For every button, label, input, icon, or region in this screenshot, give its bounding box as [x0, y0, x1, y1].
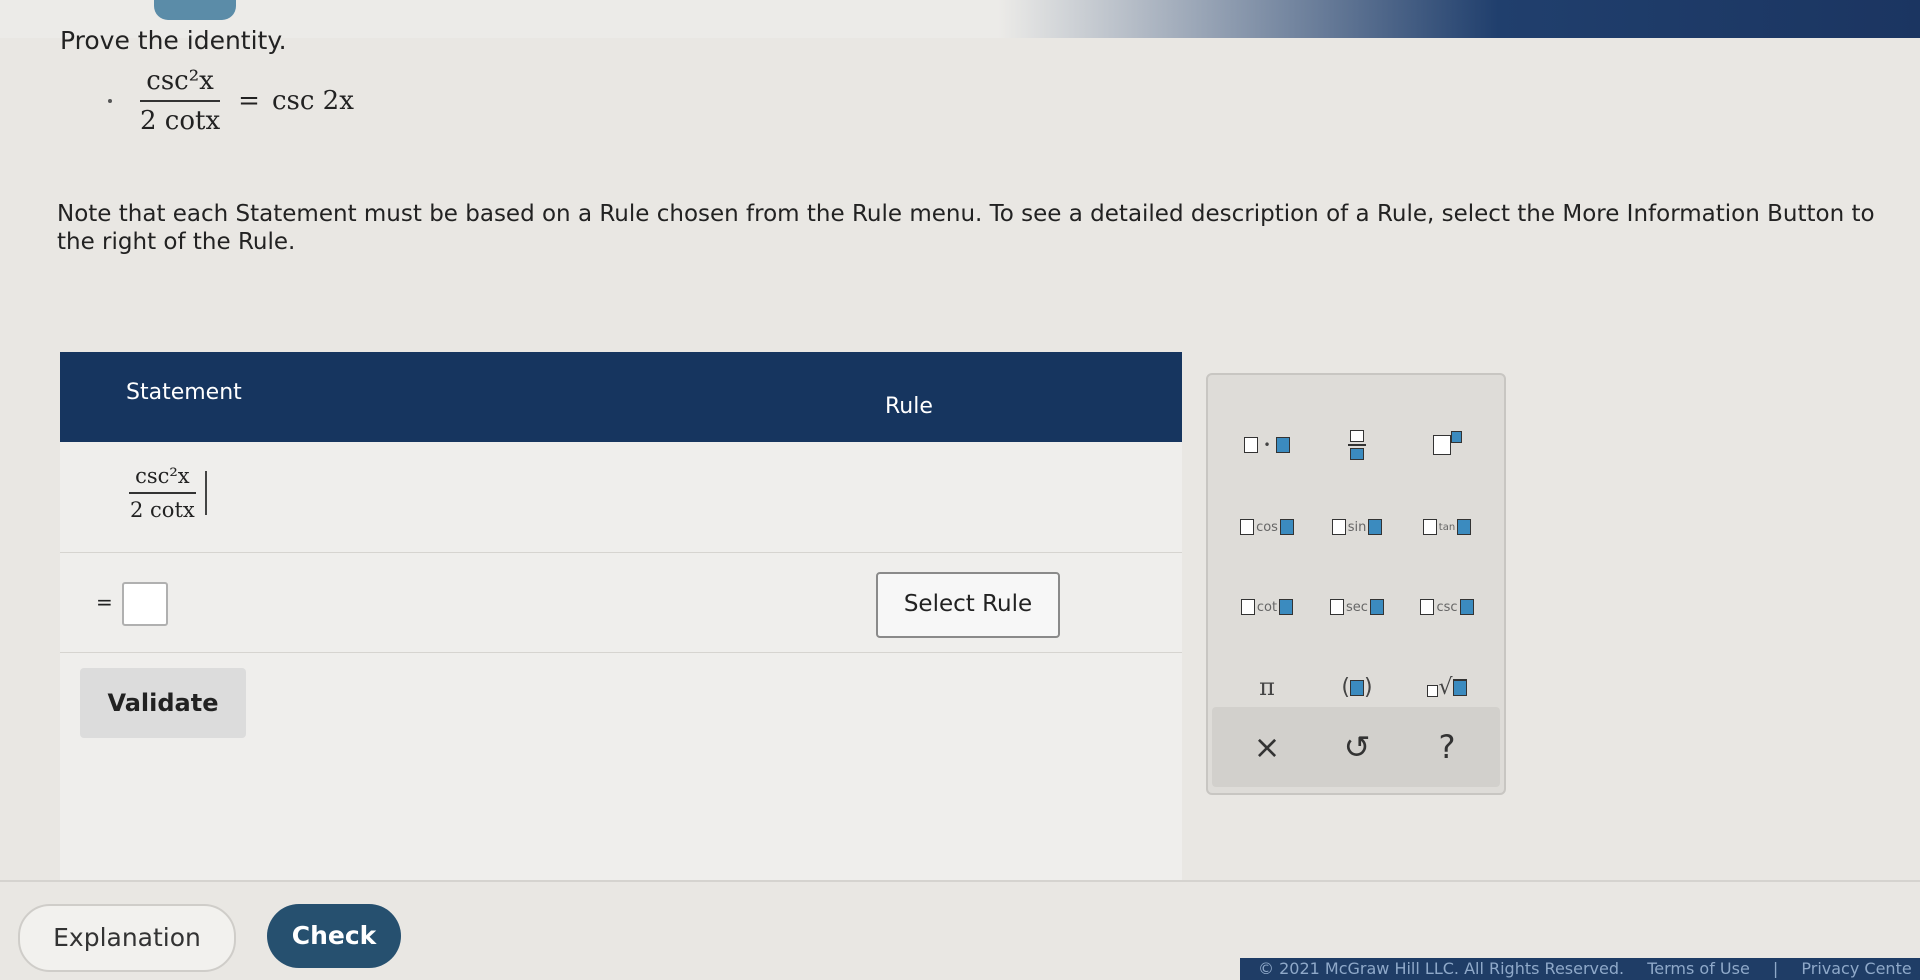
text-cursor: [204, 471, 207, 515]
statement-denominator: 2 cotx: [130, 498, 195, 522]
select-rule-button[interactable]: Select Rule: [876, 572, 1060, 638]
multiply-template-button[interactable]: •: [1222, 417, 1312, 473]
placeholder-box-icon: [1457, 519, 1472, 535]
placeholder-box-icon: [1422, 519, 1437, 535]
placeholder-box-icon: [1279, 599, 1294, 615]
statement-fraction: csc²x 2 cotx: [124, 464, 201, 522]
placeholder-box-icon: [1279, 519, 1294, 535]
table-row: csc²x 2 cotx: [60, 442, 1182, 553]
clear-button[interactable]: ×: [1222, 719, 1312, 775]
fraction-icon: [1348, 430, 1366, 460]
help-button[interactable]: ?: [1402, 719, 1492, 775]
cos-label: cos: [1256, 519, 1278, 535]
statement-answer-box[interactable]: [122, 582, 168, 626]
equals-sign: =: [96, 590, 113, 614]
legal-bar: © 2021 McGraw Hill LLC. All Rights Reser…: [1240, 958, 1920, 980]
undo-icon: ↺: [1343, 728, 1371, 766]
legal-separator: |: [1772, 959, 1779, 978]
check-button[interactable]: Check: [267, 904, 401, 968]
sec-label: sec: [1346, 599, 1368, 615]
placeholder-box-icon: [1275, 437, 1290, 453]
fraction-template-button[interactable]: [1312, 417, 1402, 473]
placeholder-box-icon: [1420, 599, 1435, 615]
undo-button[interactable]: ↺: [1312, 719, 1402, 775]
exponent-template-button[interactable]: [1402, 417, 1492, 473]
identity-fraction: csc²x 2 cotx: [134, 66, 226, 136]
placeholder-box-icon: [1432, 435, 1451, 455]
radical-icon: √: [1438, 674, 1453, 700]
root-index-box-icon: [1427, 685, 1439, 697]
close-icon: ×: [1253, 728, 1281, 766]
sin-template-button[interactable]: sin: [1312, 499, 1402, 555]
problem-prompt: Prove the identity.: [60, 26, 287, 55]
csc-label: csc: [1436, 599, 1458, 615]
placeholder-box-icon: [1369, 599, 1384, 615]
placeholder-box-icon: [1368, 519, 1383, 535]
pi-icon: π: [1259, 673, 1275, 701]
instruction-note: Note that each Statement must be based o…: [57, 201, 1875, 255]
radicand-box-icon: [1452, 678, 1467, 696]
cot-label: cot: [1256, 599, 1278, 615]
statement-numerator: csc²x: [129, 464, 196, 494]
cot-template-button[interactable]: cot: [1222, 579, 1312, 635]
footer-divider: [0, 880, 1920, 882]
identity-rhs: csc 2x: [271, 86, 354, 116]
table-header: Statement Rule: [60, 352, 1182, 442]
help-icon: ?: [1438, 728, 1456, 766]
bullet-dot: [108, 99, 112, 103]
sec-template-button[interactable]: sec: [1312, 579, 1402, 635]
statement-column-header: Statement: [126, 380, 242, 405]
rule-column-header: Rule: [885, 394, 933, 419]
csc-template-button[interactable]: csc: [1402, 579, 1492, 635]
proof-table: Statement Rule csc²x 2 cotx = Select Rul…: [60, 352, 1182, 882]
placeholder-box-icon: [1330, 599, 1345, 615]
copyright-text: © 2021 McGraw Hill LLC. All Rights Reser…: [1258, 959, 1625, 978]
terms-link[interactable]: Terms of Use: [1647, 959, 1750, 978]
identity-equals: =: [238, 86, 260, 116]
tan-label: tan: [1438, 521, 1456, 533]
palette-actions: × ↺ ?: [1212, 707, 1500, 787]
placeholder-box-icon: [1331, 519, 1346, 535]
placeholder-box-icon: [1459, 599, 1474, 615]
identity-expression: csc²x 2 cotx = csc 2x: [108, 66, 354, 136]
tan-template-button[interactable]: tan: [1402, 499, 1492, 555]
validate-button[interactable]: Validate: [80, 668, 246, 738]
placeholder-box-icon: [1240, 599, 1255, 615]
top-strip: [0, 0, 1920, 38]
parentheses-icon: (): [1341, 674, 1373, 700]
top-tab[interactable]: [154, 0, 236, 20]
cos-template-button[interactable]: cos: [1222, 499, 1312, 555]
placeholder-box-icon: [1240, 519, 1255, 535]
statement-expression[interactable]: csc²x 2 cotx: [124, 464, 207, 522]
explanation-button[interactable]: Explanation: [18, 904, 236, 972]
math-palette: • cos sin tan cot sec csc π () √ × ↺ ?: [1206, 373, 1506, 795]
placeholder-box-icon: [1244, 437, 1259, 453]
identity-denominator: 2 cotx: [140, 106, 221, 136]
identity-numerator: csc²x: [140, 66, 220, 102]
privacy-link[interactable]: Privacy Cente: [1801, 959, 1911, 978]
exponent-box-icon: [1450, 431, 1462, 443]
sin-label: sin: [1347, 519, 1367, 535]
table-row: = Select Rule: [60, 552, 1182, 653]
